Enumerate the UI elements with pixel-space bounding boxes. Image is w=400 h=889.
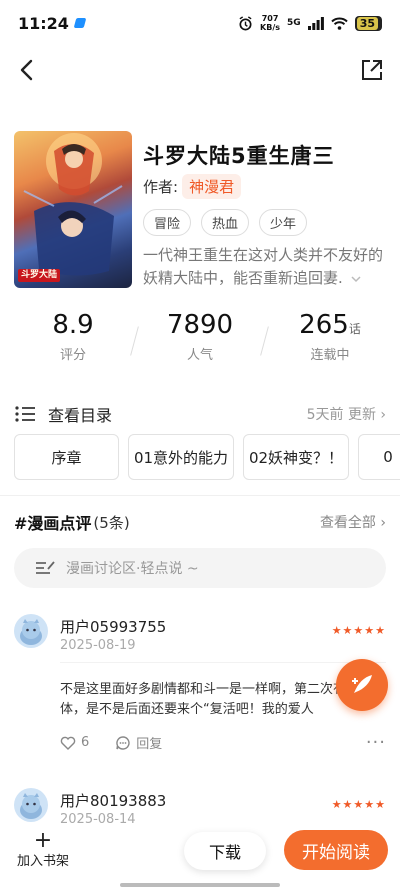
chevron-down-icon[interactable]: [350, 274, 362, 284]
back-icon[interactable]: [14, 56, 42, 84]
status-indicators: 707 KB/s 5G 35: [238, 14, 382, 32]
write-review-button[interactable]: [336, 659, 388, 711]
cover-badge: 斗罗大陆: [18, 269, 61, 282]
heart-icon: [60, 736, 76, 750]
battery-level: 35: [356, 16, 378, 30]
discussion-input[interactable]: 漫画讨论区·轻点说 ~: [14, 548, 386, 588]
book-title: 斗罗大陆5重生唐三: [143, 144, 335, 168]
nav-bar: [0, 52, 400, 88]
app-notification-icon: [73, 18, 87, 28]
review-title: #漫画点评: [14, 514, 92, 533]
tag-adventure[interactable]: 冒险: [143, 209, 192, 236]
author-row: 作者: 神漫君: [143, 174, 242, 199]
section-divider: [0, 495, 400, 496]
star-rating: ★★★★★: [331, 798, 386, 811]
comment-username[interactable]: 用户80193883: [60, 790, 166, 811]
chapter-item[interactable]: 02妖神变？！: [243, 434, 349, 480]
comment-actions: 6 回复 ···: [60, 732, 386, 753]
edit-icon: [36, 561, 55, 574]
stat-popularity: 7890 人气: [160, 310, 240, 363]
comment-item: 用户80193883 2025-08-14 ★★★★★: [14, 788, 386, 828]
author-label: 作者:: [143, 178, 179, 196]
download-button[interactable]: 下载: [184, 832, 266, 870]
tag-youth[interactable]: 少年: [259, 209, 308, 236]
reply-label: 回复: [136, 737, 163, 752]
battery-icon: 35: [354, 15, 382, 31]
catalog-label: 查看目录: [48, 406, 113, 425]
net-speed-value: 707: [261, 14, 279, 23]
review-count: (5条): [93, 513, 130, 532]
reply-button[interactable]: 回复: [115, 733, 162, 752]
like-count: 6: [81, 735, 90, 750]
avatar[interactable]: [14, 788, 48, 822]
signal-label: 5G: [287, 18, 301, 28]
stat-episodes: 265话 连载中: [290, 310, 370, 363]
net-speed-unit: KB/s: [260, 23, 281, 32]
chapter-item[interactable]: 01意外的能力: [128, 434, 234, 480]
like-button[interactable]: 6: [60, 735, 89, 750]
stat-label: 人气: [186, 348, 213, 363]
share-icon[interactable]: [358, 56, 386, 84]
net-speed: 707 KB/s: [260, 14, 280, 32]
book-description[interactable]: 一代神王重生在这对人类并不友好的妖精大陆中，能否重新追回妻.: [143, 244, 388, 290]
tag-list: 冒险 热血 少年: [143, 209, 308, 236]
alarm-icon: [239, 15, 252, 30]
more-options-icon[interactable]: ···: [366, 732, 386, 753]
avatar-icon: [20, 793, 42, 819]
chapter-item[interactable]: 0: [358, 434, 400, 480]
catalog-update: 5天前 更新 ›: [306, 407, 386, 423]
start-reading-button[interactable]: 开始阅读: [284, 830, 388, 870]
stat-value: 7890: [166, 310, 234, 340]
review-header: #漫画点评 (5条) 查看全部 ›: [14, 510, 386, 534]
stats-row: 8.9 评分 7890 人气 265话 连载中: [0, 310, 400, 370]
chapter-item[interactable]: 序章: [14, 434, 119, 480]
catalog-row[interactable]: 查看目录 5天前 更新 ›: [14, 400, 386, 428]
list-icon: [15, 406, 35, 422]
quill-icon: [352, 675, 372, 693]
stat-number: 265: [299, 310, 349, 340]
status-bar: 11:24 707 KB/s 5G 35: [0, 0, 400, 46]
description-text: 一代神王重生在这对人类并不友好的妖精大陆中，能否重新追回妻.: [143, 246, 384, 287]
bottom-bar: + 加入书架 下载 开始阅读: [0, 824, 400, 889]
stat-unit: 话: [348, 322, 361, 336]
signal-icon: [307, 16, 324, 30]
chapter-list: 序章 01意外的能力 02妖神变？！ 0: [14, 434, 400, 482]
wifi-icon: [331, 17, 348, 30]
star-rating: ★★★★★: [331, 624, 386, 637]
add-to-shelf-label: 加入书架: [16, 854, 69, 869]
author-name[interactable]: 神漫君: [182, 174, 242, 199]
avatar-icon: [20, 619, 42, 645]
comment-item: 用户05993755 2025-08-19 ★★★★★ 不是这里面好多剧情都和斗…: [14, 614, 386, 774]
cover-art: [23, 133, 123, 276]
comment-username[interactable]: 用户05993755: [60, 616, 166, 637]
tag-hot-blood[interactable]: 热血: [201, 209, 250, 236]
discussion-placeholder: 漫画讨论区·轻点说 ~: [66, 561, 199, 577]
status-time: 11:24: [18, 13, 69, 33]
stat-rating: 8.9 评分: [40, 310, 106, 363]
comment-date: 2025-08-19: [60, 638, 136, 653]
stat-label: 评分: [59, 348, 86, 363]
stat-divider: [260, 326, 269, 356]
stat-value: 265话: [290, 310, 370, 340]
comment-icon: [116, 735, 130, 750]
book-cover[interactable]: 斗罗大陆: [14, 131, 132, 288]
avatar[interactable]: [14, 614, 48, 648]
plus-icon: +: [33, 828, 53, 853]
stat-divider: [130, 326, 139, 356]
add-to-shelf-button[interactable]: + 加入书架: [10, 828, 76, 870]
comment-divider: [60, 662, 386, 663]
view-all-link[interactable]: 查看全部 ›: [320, 512, 386, 532]
stat-label: 连载中: [310, 348, 350, 363]
home-indicator[interactable]: [120, 883, 280, 887]
stat-value: 8.9: [52, 310, 94, 340]
